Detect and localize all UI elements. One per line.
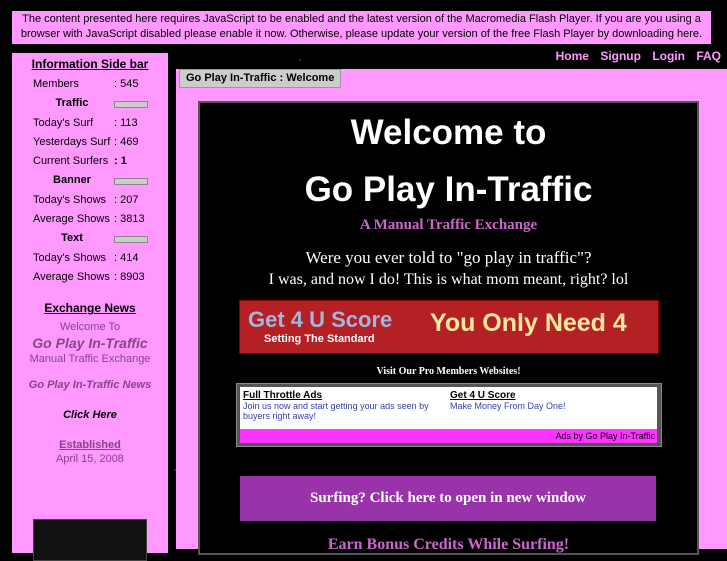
established-date: April 15, 2008 bbox=[56, 453, 124, 466]
current-surfers-value: : 1 bbox=[114, 155, 127, 168]
question-text: Were you ever told to "go play in traffi… bbox=[305, 248, 592, 267]
earn-bonus-text: Earn Bonus Credits While Surfing! bbox=[327, 536, 570, 553]
text-ads-inner: Full Throttle Ads Join us now and start … bbox=[240, 387, 657, 443]
flash-notice: The content presented here requires Java… bbox=[12, 11, 711, 44]
members-row: Members : 545 bbox=[12, 75, 168, 94]
ad-2-title[interactable]: Get 4 U Score bbox=[450, 390, 650, 401]
nav-signup-link[interactable]: Signup bbox=[600, 49, 641, 63]
info-sidebar: Information Side bar Members : 545 Traff… bbox=[12, 53, 168, 561]
ad-2[interactable]: Get 4 U Score Make Money From Day One! bbox=[450, 390, 650, 411]
today-surf-row: Today's Surf : 113 bbox=[12, 114, 168, 133]
text-today-label: Today's Shows bbox=[33, 251, 107, 264]
exchange-news-link[interactable]: Exchange News bbox=[12, 301, 168, 315]
text-avg-value: : 8903 bbox=[114, 270, 145, 283]
brand-text: Go Play In-Traffic bbox=[32, 335, 148, 352]
banner-today-value: : 207 bbox=[114, 193, 139, 206]
current-surfers-label: Current Surfers bbox=[33, 155, 109, 168]
text-header-row: Text bbox=[12, 229, 168, 248]
text-today-value: : 414 bbox=[114, 251, 139, 264]
ad-1-title[interactable]: Full Throttle Ads bbox=[243, 390, 443, 401]
banner-bar bbox=[114, 178, 148, 186]
click-here-link[interactable]: Click Here bbox=[12, 409, 168, 421]
mte-text: Manual Traffic Exchange bbox=[29, 353, 151, 366]
tagline: A Manual Traffic Exchange bbox=[359, 217, 538, 233]
text-bar bbox=[114, 236, 148, 244]
members-value: : 545 bbox=[114, 78, 139, 90]
yesterday-surf-label: Yesterdays Surf bbox=[33, 135, 111, 148]
ad-2-desc: Make Money From Day One! bbox=[450, 401, 566, 411]
ad-1-desc: Join us now and start getting your ads s… bbox=[243, 401, 429, 421]
tab-welcome[interactable]: Go Play In-Traffic : Welcome bbox=[179, 69, 342, 88]
welcome-heading: Welcome to bbox=[350, 113, 547, 152]
ads-by-label[interactable]: Ads by Go Play In-Traffic bbox=[240, 429, 657, 443]
text-ads-box: Full Throttle Ads Join us now and start … bbox=[236, 383, 662, 447]
traffic-bar bbox=[114, 101, 148, 109]
text-avg-row: Average Shows : 8903 bbox=[12, 268, 168, 287]
today-surf-label: Today's Surf bbox=[33, 116, 94, 129]
yesterday-surf-value: : 469 bbox=[114, 135, 139, 148]
banner-avg-value: : 3813 bbox=[114, 213, 145, 226]
yesterday-surf-row: Yesterdays Surf : 469 bbox=[12, 133, 168, 152]
score-subtitle: Setting The Standard bbox=[264, 333, 375, 345]
nav-home-link[interactable]: Home bbox=[556, 49, 589, 63]
banner-today-row: Today's Shows : 207 bbox=[12, 191, 168, 210]
today-surf-value: : 113 bbox=[114, 116, 138, 129]
sidebar-thumbnail bbox=[33, 519, 147, 561]
banner-avg-row: Average Shows : 3813 bbox=[12, 210, 168, 229]
nav-login-link[interactable]: Login bbox=[652, 49, 685, 63]
ad-1[interactable]: Full Throttle Ads Join us now and start … bbox=[243, 390, 443, 421]
banner-today-label: Today's Shows bbox=[33, 193, 107, 206]
banner-header-row: Banner bbox=[12, 171, 168, 190]
visit-heading: Visit Our Pro Members Websites! bbox=[376, 366, 521, 377]
established-link[interactable]: Established bbox=[12, 439, 168, 451]
news-heading: Go Play In-Traffic News bbox=[28, 379, 152, 392]
text-avg-label: Average Shows bbox=[33, 270, 110, 283]
banner-avg-label: Average Shows bbox=[33, 213, 110, 226]
members-label: Members bbox=[33, 78, 79, 90]
welcome-frame: Welcome to Go Play In-Traffic A Manual T… bbox=[198, 101, 699, 555]
top-nav: Home Signup Login FAQ bbox=[548, 49, 721, 63]
current-surfers-row: Current Surfers : 1 bbox=[12, 152, 168, 171]
site-title: Go Play In-Traffic bbox=[304, 170, 593, 209]
text-today-row: Today's Shows : 414 bbox=[12, 249, 168, 268]
traffic-header-row: Traffic bbox=[12, 94, 168, 113]
score-need: You Only Need 4 bbox=[430, 309, 627, 337]
score-title: Get 4 U Score bbox=[248, 307, 393, 332]
welcome-to-text: Welcome To bbox=[59, 321, 121, 334]
surf-new-window-button[interactable]: Surfing? Click here to open in new windo… bbox=[240, 476, 656, 521]
answer-text: I was, and now I do! This is what mom me… bbox=[268, 271, 629, 288]
nav-faq-link[interactable]: FAQ bbox=[696, 49, 721, 63]
sidebar-title: Information Side bar bbox=[31, 57, 149, 71]
get4uscore-banner[interactable]: Get 4 U Score Setting The Standard You O… bbox=[239, 300, 659, 354]
